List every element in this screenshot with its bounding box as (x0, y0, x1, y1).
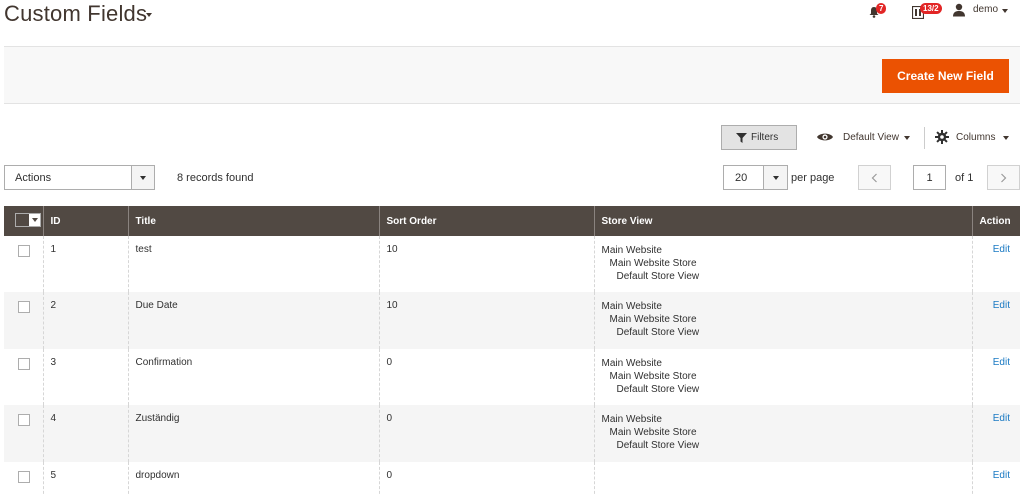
cell-title: dropdown (127, 461, 379, 494)
table-header-row: ID Title Sort Order Store View Action (4, 206, 1020, 236)
store-view-view: Default Store View (616, 271, 700, 282)
store-view-store: Main Website Store (609, 370, 697, 382)
mass-actions-label: Actions (15, 172, 52, 184)
current-page-input[interactable] (913, 165, 946, 190)
store-view-website: Main Website (601, 357, 662, 369)
per-page-label: per page (791, 172, 835, 184)
table-row: 1 test 10 Main Website Main Website Stor… (4, 236, 1020, 293)
store-view-website: Main Website (601, 414, 662, 426)
chevron-down-icon (1002, 9, 1008, 13)
title-switcher-caret-icon[interactable] (146, 13, 152, 17)
cell-id: 2 (42, 292, 128, 349)
store-view-view: Default Store View (616, 440, 700, 452)
view-label: Default View (843, 132, 899, 143)
column-header-title[interactable]: Title (127, 206, 379, 236)
column-header-sort-order[interactable]: Sort Order (378, 206, 594, 236)
row-checkbox[interactable] (18, 470, 30, 483)
cell-sort-order: 0 (378, 405, 594, 462)
total-pages: of 1 (955, 172, 974, 184)
row-checkbox[interactable] (18, 245, 30, 257)
cell-sort-order: 0 (378, 461, 594, 494)
cell-id: 3 (42, 348, 128, 406)
next-page-button[interactable] (987, 165, 1020, 190)
user-name: demo (973, 4, 999, 15)
chevron-right-icon (1001, 173, 1007, 183)
table-row: 5 dropdown 0 Edit (4, 461, 1020, 494)
store-view-view: Default Store View (616, 327, 700, 339)
edit-link[interactable]: Edit (993, 300, 1010, 311)
store-view-view: Default Store View (616, 383, 700, 395)
system-messages-count-badge: 13/2 (920, 3, 942, 14)
cell-title: Zuständig (127, 405, 379, 462)
cell-sort-order: 10 (378, 292, 594, 349)
notifications-button[interactable]: 7 (866, 2, 890, 20)
toolbar-divider (924, 127, 925, 149)
edit-link[interactable]: Edit (993, 413, 1010, 424)
notifications-count-badge: 7 (876, 3, 887, 14)
cell-store-view: Main Website Main Website Store Default … (593, 236, 972, 293)
page-header: Custom Fields 7 13/2 demo (0, 0, 1024, 46)
gear-icon (935, 130, 949, 144)
per-page-select[interactable]: 20 (723, 165, 788, 190)
chevron-down-icon (904, 136, 910, 140)
records-found: 8 records found (177, 172, 254, 184)
row-checkbox[interactable] (18, 301, 30, 314)
column-header-store-view[interactable]: Store View (593, 206, 972, 236)
per-page-value: 20 (735, 172, 748, 184)
dropdown-toggle[interactable] (131, 166, 154, 189)
cell-sort-order: 10 (378, 236, 594, 293)
system-messages-button[interactable]: 13/2 (910, 2, 944, 20)
cell-id: 5 (42, 461, 128, 494)
table-row: 2 Due Date 10 Main Website Main Website … (4, 292, 1020, 349)
page-actions-bar: Create New Field (4, 46, 1020, 104)
store-view-store: Main Website Store (609, 258, 697, 269)
cell-title: Confirmation (127, 348, 379, 406)
custom-fields-grid: ID Title Sort Order Store View Action 1 … (4, 206, 1020, 494)
store-view-store: Main Website Store (609, 314, 697, 326)
chevron-left-icon (871, 173, 877, 183)
row-checkbox[interactable] (18, 357, 30, 370)
store-view-website: Main Website (601, 245, 662, 256)
column-header-action: Action (971, 206, 1020, 236)
cell-store-view: Main Website Main Website Store Default … (593, 348, 972, 406)
chevron-down-icon (140, 176, 146, 180)
store-view-website: Main Website (601, 301, 662, 313)
table-row: 3 Confirmation 0 Main Website Main Websi… (4, 348, 1020, 406)
cell-store-view (593, 461, 972, 494)
mass-select-header[interactable] (4, 206, 43, 236)
per-page-toggle[interactable] (763, 166, 787, 189)
cell-id: 4 (42, 405, 128, 462)
cell-title: test (127, 236, 379, 293)
column-header-id[interactable]: ID (42, 206, 128, 236)
store-view-store: Main Website Store (609, 427, 697, 439)
filters-label: Filters (751, 132, 779, 143)
filters-button[interactable]: Filters (721, 125, 797, 150)
columns-label: Columns (956, 132, 996, 143)
row-checkbox[interactable] (18, 414, 30, 427)
cell-sort-order: 0 (378, 348, 594, 406)
edit-link[interactable]: Edit (993, 357, 1010, 368)
filter-icon (736, 133, 747, 143)
create-new-field-button[interactable]: Create New Field (882, 59, 1009, 93)
cell-title: Due Date (127, 292, 379, 349)
chevron-down-icon (773, 176, 779, 180)
page-title: Custom Fields (4, 1, 148, 26)
cell-store-view: Main Website Main Website Store Default … (593, 292, 972, 349)
previous-page-button[interactable] (858, 165, 891, 190)
table-row: 4 Zuständig 0 Main Website Main Website … (4, 405, 1020, 462)
chevron-down-icon (1003, 136, 1009, 140)
edit-link[interactable]: Edit (993, 470, 1010, 481)
cell-store-view: Main Website Main Website Store Default … (593, 405, 972, 462)
mass-actions-dropdown[interactable]: Actions (4, 165, 155, 190)
edit-link[interactable]: Edit (993, 244, 1010, 255)
eye-icon (817, 133, 833, 141)
user-icon (953, 3, 965, 17)
cell-id: 1 (42, 236, 128, 293)
mass-select-checkbox[interactable] (15, 212, 41, 227)
